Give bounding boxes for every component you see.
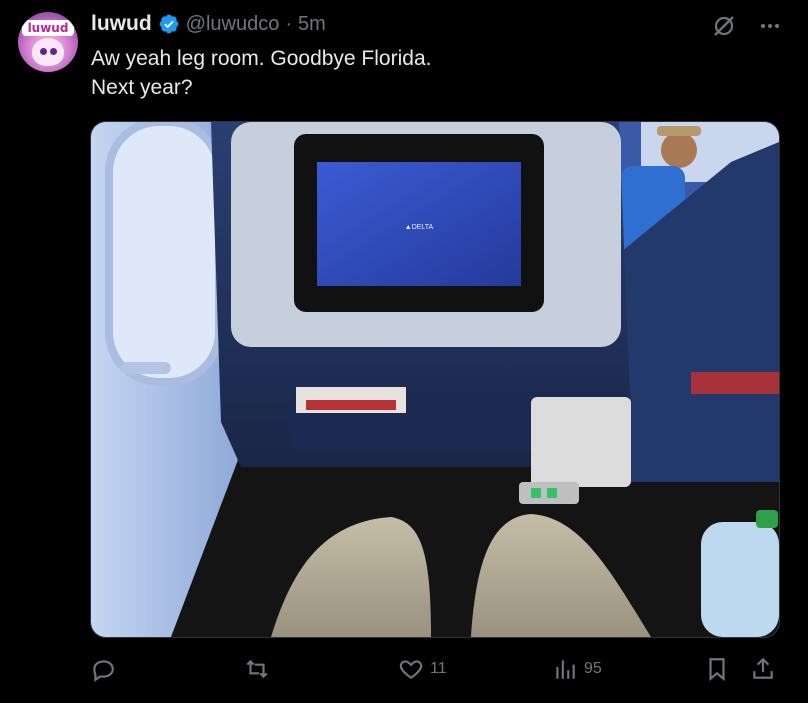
timestamp[interactable]: 5m — [298, 13, 326, 36]
tweet-text: Aw yeah leg room. Goodbye Florida. Next … — [91, 47, 432, 99]
views-button[interactable]: 95 — [552, 650, 602, 688]
share-button[interactable] — [750, 650, 776, 688]
avatar-label: luwud — [22, 20, 74, 36]
screen-brand-text: ▲DELTA — [405, 224, 434, 231]
tweet-photo[interactable]: ▲DELTA — [90, 121, 780, 638]
separator-dot: · — [285, 12, 293, 35]
author-name[interactable]: luwud — [91, 12, 152, 36]
bookmark-button[interactable] — [704, 650, 730, 688]
retweet-icon — [246, 659, 268, 679]
like-button[interactable]: 11 — [398, 650, 447, 688]
reply-button[interactable] — [90, 650, 122, 688]
retweet-button[interactable] — [244, 650, 276, 688]
verified-badge-icon[interactable] — [158, 13, 180, 35]
top-actions — [710, 12, 784, 40]
action-bar: 11 95 — [90, 650, 780, 688]
bookmark-icon — [709, 658, 725, 682]
views-icon — [556, 660, 575, 679]
reply-icon — [93, 660, 114, 682]
grok-icon[interactable] — [710, 12, 738, 40]
avatar-eye-right — [50, 48, 57, 55]
avatar-eye-left — [40, 48, 47, 55]
tweet: luwud luwud @luwudco · 5m Aw yeah leg ro… — [0, 0, 808, 703]
views-count: 95 — [584, 660, 602, 677]
avatar-face — [32, 38, 64, 66]
more-icon[interactable] — [756, 12, 784, 40]
author-handle[interactable]: @luwudco — [186, 13, 280, 36]
avatar[interactable]: luwud — [18, 12, 78, 72]
share-icon — [753, 657, 773, 679]
like-icon — [399, 660, 423, 679]
tweet-header: luwud @luwudco · 5m — [91, 11, 326, 37]
like-count: 11 — [430, 660, 447, 677]
